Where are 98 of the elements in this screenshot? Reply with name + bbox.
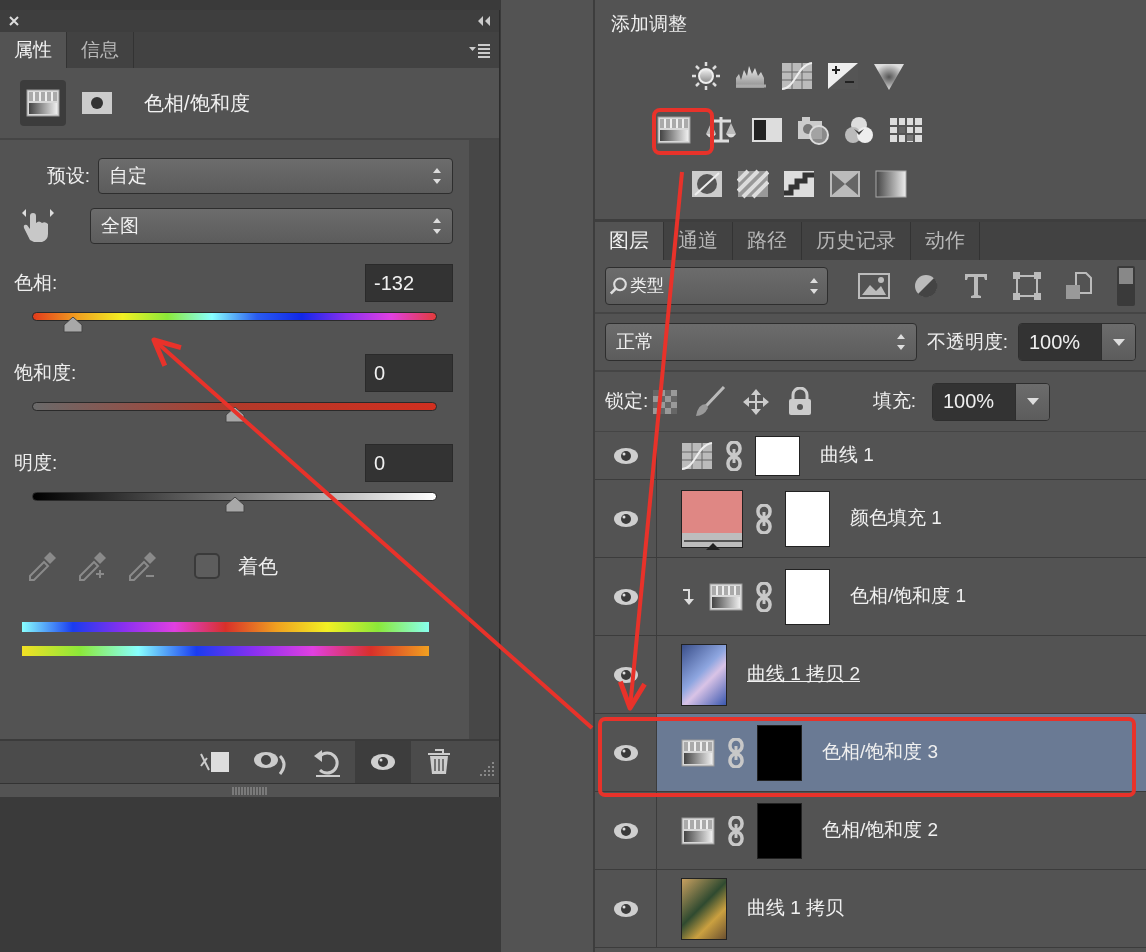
x-square-icon[interactable] (829, 168, 861, 199)
layer-row[interactable]: 色相/饱和度 2 (595, 792, 1146, 870)
smart-object-filter-icon[interactable] (1064, 271, 1094, 301)
stripes-icon[interactable] (737, 168, 769, 199)
eye-icon[interactable] (611, 820, 640, 841)
slider-thumb[interactable] (224, 497, 245, 513)
filter-toggle-switch[interactable] (1116, 265, 1136, 307)
link-icon (727, 815, 745, 846)
hue-saturation-icon (681, 816, 715, 845)
close-icon[interactable] (8, 15, 20, 27)
layer-name: 曲线 1 (820, 443, 874, 468)
layer-row[interactable]: 曲线 1 拷贝 (595, 870, 1146, 948)
eye-icon[interactable] (611, 445, 640, 466)
layer-name: 颜色填充 1 (850, 506, 942, 531)
link-icon (755, 503, 773, 534)
link-icon (725, 440, 743, 471)
hue-label: 色相: (14, 270, 58, 295)
highlight-frame (652, 108, 714, 155)
up-down-arrows-icon (895, 333, 906, 351)
link-icon (755, 581, 773, 612)
layer-name: 曲线 1 拷贝 (747, 896, 845, 921)
link-icon (727, 737, 745, 768)
opacity-label: 不透明度: (926, 329, 1008, 354)
layer-name: 曲线 1 拷贝 2 (747, 662, 860, 687)
slider-thumb[interactable] (224, 407, 245, 423)
type-filter-icon[interactable] (962, 271, 990, 301)
preset-select[interactable]: 自定 (98, 158, 453, 194)
move-icon[interactable] (742, 387, 771, 416)
hue-saturation-icon (26, 89, 60, 117)
saturation-label: 饱和度: (14, 360, 77, 385)
layer-row[interactable]: 颜色填充 1 (595, 480, 1146, 558)
eye-icon (369, 752, 397, 772)
visibility-toggle-button[interactable] (355, 741, 411, 783)
blend-mode-select[interactable]: 正常 (605, 323, 917, 361)
eye-icon[interactable] (611, 898, 640, 919)
layer-row[interactable]: 曲线 1 (595, 432, 1146, 480)
adjustments-title: 添加调整 (611, 12, 688, 36)
layer-row[interactable]: 色相/饱和度 1 (595, 558, 1146, 636)
hue-saturation-icon (681, 738, 715, 767)
collapse-icon[interactable] (477, 15, 491, 27)
drag-handle-icon[interactable] (231, 785, 268, 796)
search-icon (610, 275, 630, 297)
eye-icon[interactable] (611, 664, 640, 685)
photo-placeholder (681, 643, 727, 706)
curves-icon[interactable] (781, 60, 813, 91)
layer-name: 色相/饱和度 1 (850, 584, 967, 609)
lightness-label: 明度: (14, 450, 58, 475)
panel-tab[interactable]: 图层 (595, 222, 664, 260)
eye-icon[interactable] (611, 586, 640, 607)
layer-name: 色相/饱和度 3 (822, 740, 939, 765)
shape-filter-icon[interactable] (1012, 271, 1042, 301)
eye-icon[interactable] (611, 742, 640, 763)
fill-slider-icon (682, 538, 744, 552)
layer-name: 色相/饱和度 2 (822, 818, 939, 843)
up-down-arrows-icon (432, 167, 442, 185)
preset-label: 预设: (45, 163, 91, 188)
channel-select[interactable]: 全图 (90, 208, 453, 244)
eye-icon[interactable] (611, 508, 640, 529)
panel-tab[interactable]: 通道 (664, 222, 733, 260)
scrollbar-track[interactable] (469, 140, 499, 739)
panel-tab[interactable]: 路径 (733, 222, 802, 260)
mask-icon (81, 91, 113, 115)
panel-tab[interactable]: 属性 (0, 32, 67, 68)
curves-icon (681, 440, 713, 471)
brush-icon[interactable] (694, 385, 727, 418)
balance-scale-icon[interactable] (705, 114, 737, 145)
up-down-arrows-icon (432, 217, 442, 235)
resize-grip-icon[interactable] (477, 760, 495, 778)
panel-tab[interactable]: 信息 (67, 32, 134, 68)
panel-tab[interactable]: 历史记录 (802, 222, 911, 260)
invert-icon[interactable] (691, 168, 723, 199)
steps-icon[interactable] (783, 168, 815, 199)
gradient-icon[interactable] (875, 168, 907, 199)
trash-icon[interactable] (426, 748, 452, 776)
hue-saturation-icon[interactable] (657, 115, 691, 144)
camera-icon[interactable] (797, 114, 829, 145)
image-filter-icon[interactable] (858, 271, 890, 301)
up-down-arrows-icon (809, 277, 819, 295)
colorize-label: 着色 (238, 554, 278, 579)
lightness-value-field[interactable]: 0 (365, 444, 453, 482)
hue-value-field[interactable]: -132 (365, 264, 453, 302)
fill-label: 填充: (872, 389, 916, 414)
photo-placeholder (681, 877, 727, 940)
panel-tab[interactable]: 动作 (911, 222, 980, 260)
lock-label: 锁定: (605, 389, 649, 414)
panel-menu-icon[interactable] (469, 44, 491, 58)
filter-select[interactable]: 类型 (605, 267, 828, 305)
panel-title: 色相/饱和度 (144, 91, 250, 116)
three-circles-icon[interactable] (843, 114, 875, 145)
adjustment-button[interactable] (20, 80, 66, 126)
layer-row[interactable]: 色相/饱和度 3 (595, 714, 1146, 792)
hue-saturation-icon (709, 582, 743, 611)
hand-adjust-icon[interactable] (20, 208, 56, 244)
saturation-value-field[interactable]: 0 (365, 354, 453, 392)
slider-thumb[interactable] (62, 317, 83, 333)
adjustment-filter-icon[interactable] (912, 272, 940, 300)
colorize-checkbox[interactable] (194, 553, 220, 579)
brightness-sun-icon[interactable] (691, 60, 721, 91)
